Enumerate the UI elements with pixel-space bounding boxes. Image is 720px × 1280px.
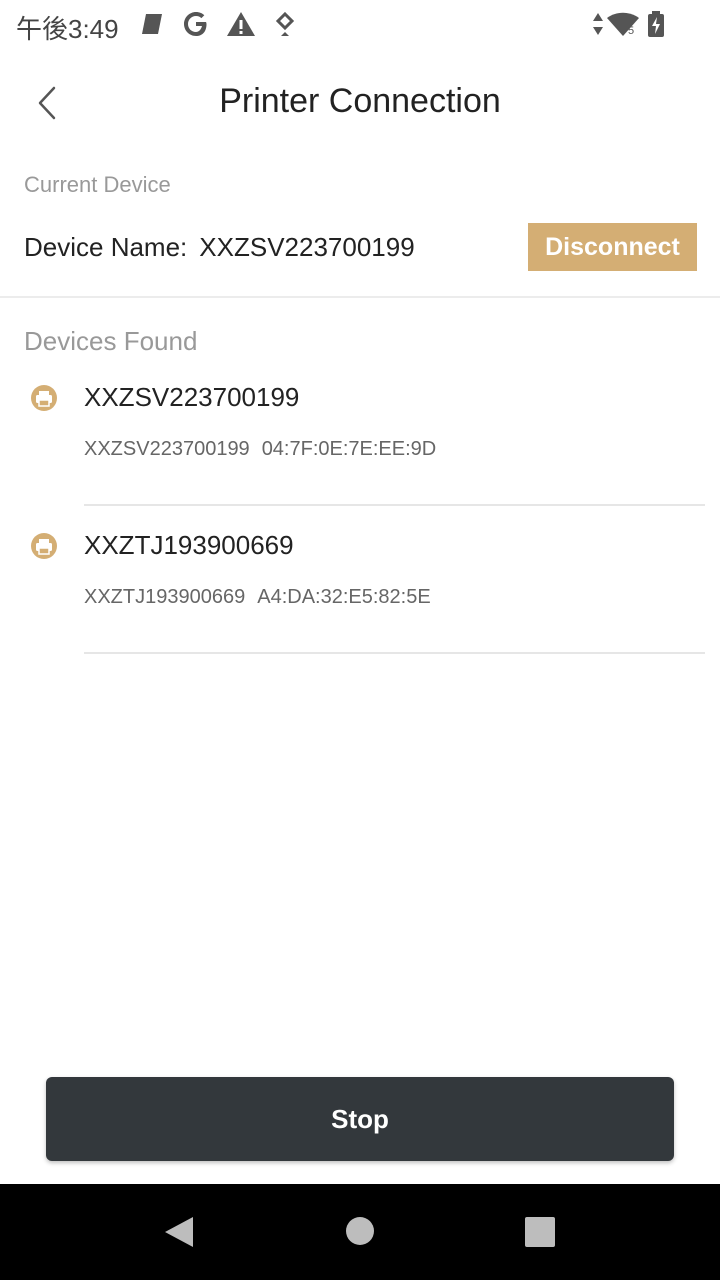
nav-back-icon[interactable] bbox=[163, 1215, 195, 1249]
wifi-icon: 5 bbox=[607, 12, 639, 37]
device-name-value: XXZSV223700199 bbox=[199, 232, 415, 262]
status-time: 午後3:49 bbox=[16, 14, 119, 44]
device-details: XXZTJ193900669 A4:DA:32:E5:82:5E bbox=[84, 586, 431, 609]
device-sub-name: XXZTJ193900669 bbox=[84, 586, 246, 608]
printer-icon bbox=[31, 385, 57, 411]
status-bar: 午後3:49 5 bbox=[0, 0, 720, 48]
device-sub-name: XXZSV223700199 bbox=[84, 438, 250, 460]
device-list-item[interactable]: XXZSV223700199 XXZSV223700199 04:7F:0E:7E… bbox=[0, 358, 720, 506]
section-divider bbox=[0, 296, 720, 298]
disconnect-button[interactable]: Disconnect bbox=[528, 223, 697, 271]
header: Printer Connection bbox=[0, 60, 720, 146]
location-icon bbox=[275, 11, 295, 36]
nav-recents-icon[interactable] bbox=[525, 1217, 555, 1247]
device-list-item[interactable]: XXZTJ193900669 XXZTJ193900669 A4:DA:32:E5… bbox=[0, 506, 720, 654]
printer-icon bbox=[31, 533, 57, 559]
devices-found-label: Devices Found bbox=[24, 326, 198, 356]
nav-home-icon[interactable] bbox=[346, 1217, 374, 1245]
current-device-label: Current Device bbox=[24, 172, 171, 197]
printer-connection-screen: 午後3:49 5 Printer Connection Current Devi… bbox=[0, 0, 720, 1280]
warning-icon bbox=[227, 12, 255, 36]
data-arrows-icon bbox=[593, 13, 603, 35]
device-name: XXZTJ193900669 bbox=[84, 530, 294, 560]
device-details: XXZSV223700199 04:7F:0E:7E:EE:9D bbox=[84, 438, 436, 461]
device-name: XXZSV223700199 bbox=[84, 382, 300, 412]
device-mac-address: A4:DA:32:E5:82:5E bbox=[257, 586, 431, 608]
battery-charging-icon bbox=[648, 11, 664, 37]
current-device-row: Device Name: XXZSV223700199 bbox=[24, 232, 415, 263]
system-nav-bar bbox=[0, 1184, 720, 1280]
device-name-label: Device Name: bbox=[24, 232, 188, 262]
svg-text:5: 5 bbox=[628, 25, 634, 37]
google-icon bbox=[184, 12, 207, 36]
list-divider bbox=[84, 652, 705, 654]
page-title: Printer Connection bbox=[219, 82, 501, 120]
device-mac-address: 04:7F:0E:7E:EE:9D bbox=[261, 438, 437, 460]
notification-icon bbox=[142, 14, 162, 34]
stop-button[interactable]: Stop bbox=[46, 1077, 674, 1161]
